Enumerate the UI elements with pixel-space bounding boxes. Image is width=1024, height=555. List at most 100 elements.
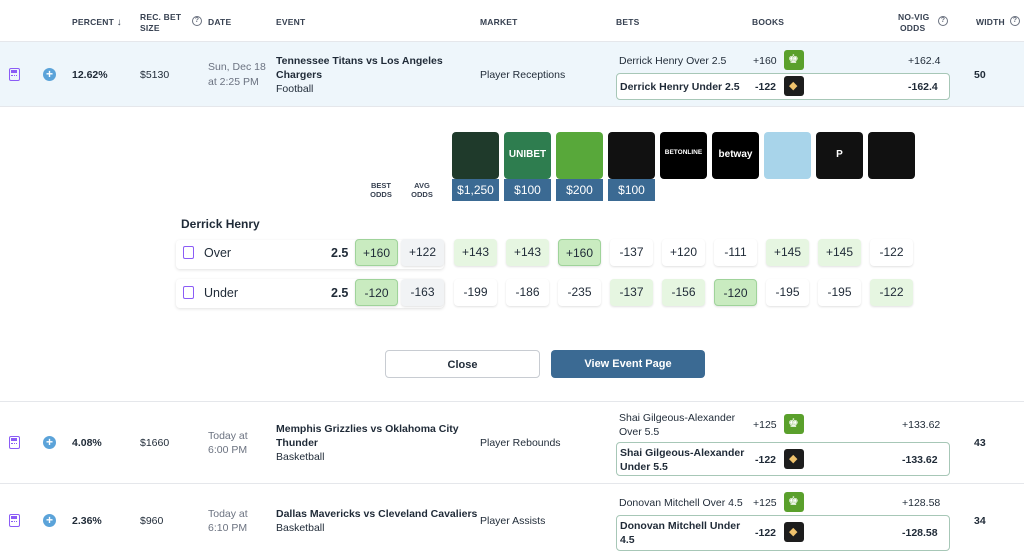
novig-over: +128.58 bbox=[902, 497, 941, 509]
help-icon[interactable]: ? bbox=[1010, 16, 1020, 26]
under-odds-cell[interactable]: -195 bbox=[818, 279, 861, 306]
sportsbook-label: UNIBET bbox=[508, 149, 547, 160]
event-name-2: Thunder bbox=[276, 437, 318, 449]
under-label: Under bbox=[204, 286, 239, 300]
under-avg-odds[interactable]: -163 bbox=[401, 279, 444, 306]
time: 6:00 PM bbox=[208, 444, 248, 456]
table-row[interactable]: + 4.08% $1660 Today at 6:00 PM Memphis G… bbox=[0, 402, 1024, 484]
odds-under: -122 bbox=[755, 81, 777, 93]
width-value: 43 bbox=[974, 437, 986, 449]
sportsbook-label: BETONLINE bbox=[664, 149, 703, 156]
event-name-2: Chargers bbox=[276, 69, 323, 81]
table-row[interactable]: + 2.36% $960 Today at 6:10 PM Dallas Mav… bbox=[0, 484, 1024, 555]
over-odds-cell[interactable]: +143 bbox=[454, 239, 497, 266]
bet-under-2: 4.5 bbox=[620, 534, 635, 546]
betway-icon[interactable]: betway bbox=[712, 132, 759, 179]
over-odds-cell[interactable]: +145 bbox=[818, 239, 861, 266]
draftkings-icon bbox=[784, 492, 804, 512]
over-odds-cell[interactable]: +160 bbox=[558, 239, 601, 266]
fanduel-icon[interactable]: $100 bbox=[608, 132, 655, 201]
over-avg-odds[interactable]: +122 bbox=[401, 239, 444, 266]
bet-mgm-icon[interactable]: $1,250 bbox=[452, 132, 499, 201]
under-odds-cell[interactable]: -122 bbox=[870, 279, 913, 306]
under-odds-cell[interactable]: -186 bbox=[506, 279, 549, 306]
bet-amount: $200 bbox=[556, 179, 603, 201]
draftkings-icon[interactable]: $200 bbox=[556, 132, 603, 201]
view-event-button[interactable]: View Event Page bbox=[551, 350, 705, 378]
close-button[interactable]: Close bbox=[385, 350, 540, 378]
bet-over: Shai Gilgeous-Alexander bbox=[619, 412, 736, 424]
bet-over: Derrick Henry Over 2.5 bbox=[619, 55, 727, 67]
bet-size: $960 bbox=[140, 515, 164, 527]
draftkings-icon bbox=[784, 414, 804, 434]
under-odds-cell[interactable]: -156 bbox=[662, 279, 705, 306]
table-header: PERCENT ↓ REC. BET SIZE ? DATE EVENT MAR… bbox=[0, 0, 1024, 42]
sport: Basketball bbox=[276, 451, 325, 463]
draftkings-icon bbox=[784, 50, 804, 70]
header-percent[interactable]: PERCENT ↓ bbox=[72, 17, 122, 28]
over-odds-cell[interactable]: +143 bbox=[506, 239, 549, 266]
header-date: DATE bbox=[208, 17, 232, 27]
over-odds-cell[interactable]: -122 bbox=[870, 239, 913, 266]
over-odds-cell[interactable]: +145 bbox=[766, 239, 809, 266]
odds-over: +160 bbox=[753, 55, 777, 67]
event-name: Memphis Grizzlies vs Oklahoma City bbox=[276, 423, 459, 435]
date: Today at bbox=[208, 508, 248, 520]
odds-under: -122 bbox=[755, 454, 777, 466]
odds-over: +125 bbox=[753, 419, 777, 431]
percent-value: 12.62% bbox=[72, 69, 108, 81]
player-name: Derrick Henry bbox=[181, 217, 260, 231]
sort-down-icon: ↓ bbox=[116, 17, 122, 28]
bet-amount: $1,250 bbox=[452, 179, 499, 201]
bet-under: Shai Gilgeous-Alexander bbox=[620, 447, 745, 459]
novig-over: +133.62 bbox=[902, 419, 941, 431]
unibet-icon[interactable]: UNIBET $100 bbox=[504, 132, 551, 201]
odds-under: -122 bbox=[755, 527, 777, 539]
help-icon[interactable]: ? bbox=[192, 16, 202, 26]
over-label: Over bbox=[204, 246, 232, 260]
under-odds-cell[interactable]: -120 bbox=[714, 279, 757, 306]
expand-plus-icon[interactable]: + bbox=[43, 436, 56, 449]
fanduel-alt-icon[interactable] bbox=[868, 132, 915, 179]
calculator-icon[interactable] bbox=[9, 514, 20, 527]
under-odds-cell[interactable]: -137 bbox=[610, 279, 653, 306]
bet-size: $1660 bbox=[140, 437, 170, 449]
over-odds-cell[interactable]: +120 bbox=[662, 239, 705, 266]
bet-under: Derrick Henry Under 2.5 bbox=[620, 81, 740, 93]
bet-amount: $100 bbox=[608, 179, 655, 201]
under-line: 2.5 bbox=[331, 286, 349, 300]
market: Player Rebounds bbox=[480, 437, 561, 449]
notepad-icon[interactable] bbox=[183, 246, 194, 259]
under-best-odds[interactable]: -120 bbox=[355, 279, 398, 306]
date: Today at bbox=[208, 430, 248, 442]
calculator-icon[interactable] bbox=[9, 68, 20, 81]
header-market: MARKET bbox=[480, 17, 518, 27]
over-odds-cell[interactable]: -137 bbox=[610, 239, 653, 266]
header-books: BOOKS bbox=[752, 17, 785, 27]
notepad-icon[interactable] bbox=[183, 286, 194, 299]
under-odds-cell[interactable]: -235 bbox=[558, 279, 601, 306]
time: 6:10 PM bbox=[208, 522, 248, 534]
event-name: Tennessee Titans vs Los Angeles bbox=[276, 55, 443, 67]
bet-rivers-icon[interactable] bbox=[764, 132, 811, 179]
bet-over-2: Over 5.5 bbox=[619, 426, 660, 438]
sportsbook-label: P bbox=[836, 149, 843, 160]
header-novig: NO-VIG bbox=[898, 12, 930, 22]
over-best-odds[interactable]: +160 bbox=[355, 239, 398, 266]
novig-under: -128.58 bbox=[902, 527, 938, 539]
expand-plus-icon[interactable]: + bbox=[43, 514, 56, 527]
width-value: 50 bbox=[974, 69, 986, 81]
calculator-icon[interactable] bbox=[9, 436, 20, 449]
pointsbet-icon[interactable]: P bbox=[816, 132, 863, 179]
bet-under: Donovan Mitchell Under bbox=[620, 520, 741, 532]
market: Player Receptions bbox=[480, 69, 566, 81]
best-odds-header: BEST ODDS bbox=[370, 181, 392, 199]
under-odds-cell[interactable]: -195 bbox=[766, 279, 809, 306]
expand-plus-icon[interactable]: + bbox=[43, 68, 56, 81]
table-row[interactable]: + 12.62% $5130 Sun, Dec 18 at 2:25 PM Te… bbox=[0, 42, 1024, 107]
over-odds-cell[interactable]: -111 bbox=[714, 239, 757, 266]
bet-amount: $100 bbox=[504, 179, 551, 201]
help-icon[interactable]: ? bbox=[938, 16, 948, 26]
betonline-icon[interactable]: BETONLINE bbox=[660, 132, 707, 179]
under-odds-cell[interactable]: -199 bbox=[454, 279, 497, 306]
